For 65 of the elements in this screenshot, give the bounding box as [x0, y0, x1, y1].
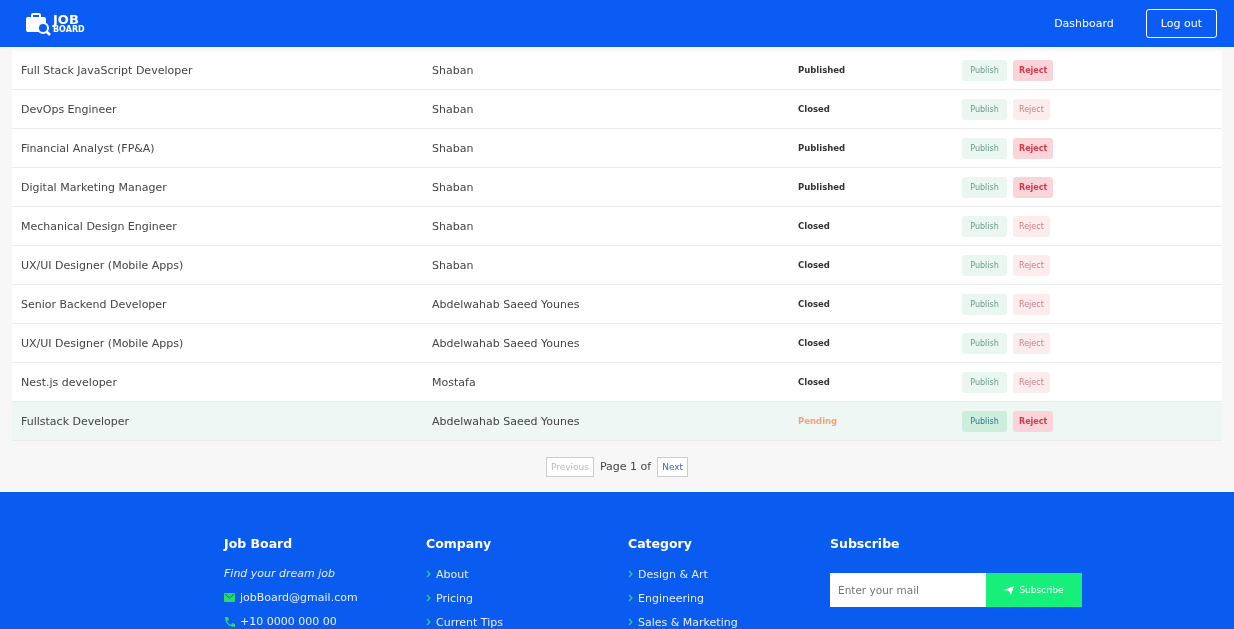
status-cell-text: Closed: [798, 377, 831, 387]
chevron-icon: [628, 594, 633, 602]
contact-text: +10 0000 000 00: [240, 614, 337, 628]
owner-cell-text: Shaban: [432, 180, 475, 194]
page-indicator: Page 1 of: [599, 460, 652, 473]
owner-cell-text: Abdelwahab Saeed Younes: [432, 414, 581, 428]
status-cell-text: Closed: [798, 104, 831, 114]
owner-cell-text: Shaban: [432, 102, 475, 116]
logout-button[interactable]: Log out: [1145, 9, 1217, 38]
owner-cell-text: Abdelwahab Saeed Younes: [432, 297, 581, 311]
status-cell-text: Published: [798, 182, 847, 192]
status-cell-text: Published: [798, 143, 847, 153]
reject-button[interactable]: Reject: [1013, 59, 1054, 81]
owner-cell-text: Shaban: [432, 141, 475, 155]
job-title-cell-text: Digital Marketing Manager: [21, 180, 168, 194]
tagline: Find your dream job: [224, 567, 337, 580]
chevron-icon: [628, 618, 633, 626]
status-cell-text: Closed: [798, 260, 831, 270]
owner-cell-text: Shaban: [432, 258, 475, 272]
job-title-cell-text: UX/UI Designer (Mobile Apps): [21, 258, 185, 272]
job-title-cell-text: Mechanical Design Engineer: [21, 219, 178, 233]
status-cell-text: Pending: [798, 416, 839, 426]
envelope-icon: [224, 592, 235, 602]
nav-link[interactable]: Dashboard: [1054, 17, 1114, 30]
chevron-icon: [628, 570, 633, 578]
paper-plane-icon: [1004, 585, 1015, 595]
chevron-icon: [426, 594, 431, 602]
footer-link[interactable]: Current Tips: [436, 615, 503, 629]
footer-link[interactable]: Sales & Marketing: [638, 615, 738, 629]
status-cell-text: Closed: [798, 299, 831, 309]
phone-icon: [224, 615, 235, 627]
status-cell-text: Closed: [798, 338, 831, 348]
reject-button[interactable]: Reject: [1013, 410, 1054, 432]
owner-cell-text: Shaban: [432, 63, 475, 77]
status-cell-text: Published: [798, 65, 847, 75]
footer-heading: Subscribe: [830, 536, 901, 551]
briefcase-search-icon: [25, 11, 51, 36]
footer-link[interactable]: Pricing: [436, 591, 474, 605]
chevron-icon: [426, 570, 431, 578]
reject-button[interactable]: Reject: [1013, 137, 1054, 159]
footer-link[interactable]: About: [436, 567, 469, 581]
footer-link[interactable]: Design & Art: [638, 567, 708, 581]
job-title-cell-text: UX/UI Designer (Mobile Apps): [21, 336, 185, 350]
status-cell-text: Closed: [798, 221, 831, 231]
chevron-icon: [426, 618, 431, 626]
contact-text: jobBoard@gmail.com: [240, 590, 358, 604]
job-title-cell-text: Financial Analyst (FP&A): [21, 141, 156, 155]
job-title-cell-text: Senior Backend Developer: [21, 297, 168, 311]
owner-cell-text: Abdelwahab Saeed Younes: [432, 336, 581, 350]
job-title-cell-text: Fullstack Developer: [21, 414, 131, 428]
logo-title: JOB: [53, 13, 79, 26]
owner-cell-text: Mostafa: [432, 375, 477, 389]
footer-heading: Category: [628, 536, 693, 551]
publish-button[interactable]: Publish: [962, 410, 1007, 432]
email-field[interactable]: Enter your mail: [830, 573, 986, 607]
job-title-cell-text: Nest.js developer: [21, 375, 118, 389]
logo-subtitle: BOARD: [53, 26, 85, 34]
owner-cell-text: Shaban: [432, 219, 475, 233]
next-button[interactable]: Next: [657, 456, 689, 477]
footer-heading: Job Board: [224, 536, 294, 551]
reject-button[interactable]: Reject: [1013, 176, 1054, 198]
job-title-cell-text: DevOps Engineer: [21, 102, 118, 116]
footer-link[interactable]: Engineering: [638, 591, 704, 605]
footer-heading: Company: [426, 536, 493, 551]
job-title-cell-text: Full Stack JavaScript Developer: [21, 63, 194, 77]
